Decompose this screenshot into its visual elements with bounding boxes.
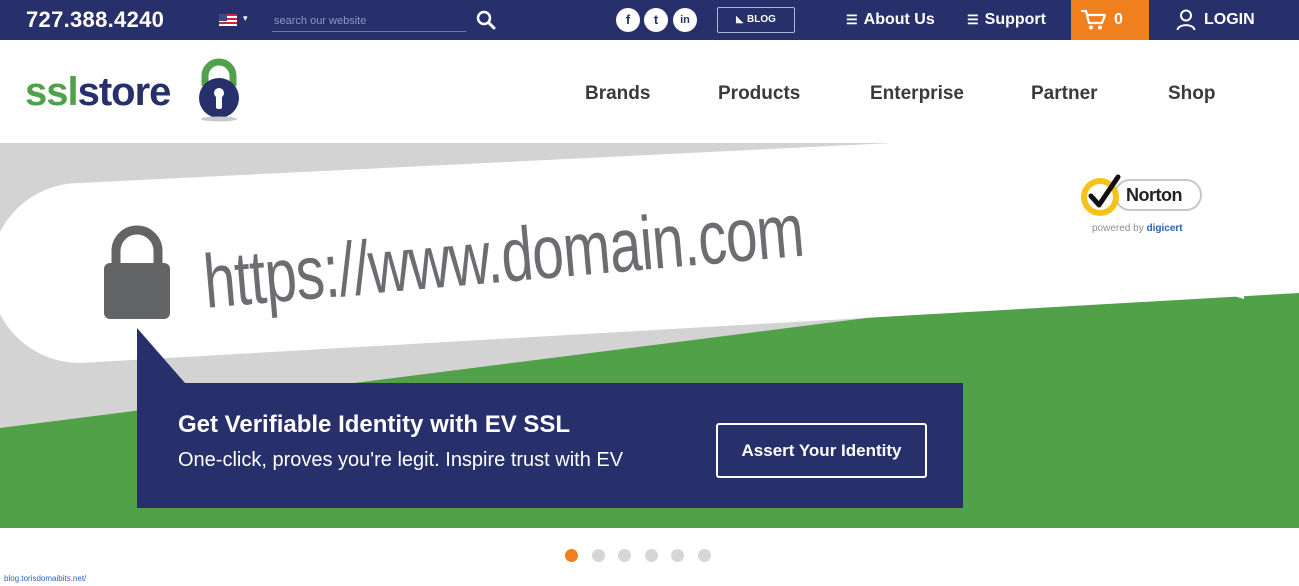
top-bar: 727.388.4240 ▾ f t in ◣BLOG ☰ About Us ☰ S… — [0, 0, 1299, 40]
nav-products[interactable]: Products — [718, 83, 800, 105]
linkedin-icon[interactable]: in — [673, 8, 697, 32]
menu-icon: ☰ — [967, 12, 979, 27]
nav-brands[interactable]: Brands — [585, 83, 650, 105]
carousel-dot[interactable] — [671, 549, 684, 562]
padlock-icon — [104, 225, 170, 319]
facebook-icon[interactable]: f — [616, 8, 640, 32]
callout-title: Get Verifiable Identity with EV SSL — [178, 411, 571, 438]
logo-text: sslstore — [25, 70, 172, 114]
menu-icon: ☰ — [846, 12, 858, 27]
main-header: sslstore Brands Products Enterprise Part… — [0, 40, 1299, 143]
status-bar-url: blog.torisdomaibits.net/ — [4, 574, 87, 583]
carousel-dot[interactable] — [618, 549, 631, 562]
powered-by-prefix: powered by — [1092, 223, 1147, 234]
twitter-icon[interactable]: t — [644, 8, 668, 32]
carousel-dot[interactable] — [592, 549, 605, 562]
about-us-label: About Us — [863, 11, 935, 28]
us-flag-icon[interactable] — [219, 14, 237, 26]
nav-enterprise[interactable]: Enterprise — [870, 83, 964, 105]
norton-powered-by: powered by digicert — [1092, 223, 1183, 234]
support-label: Support — [984, 11, 1046, 28]
cart-icon — [1080, 9, 1107, 30]
powered-by-brand: digicert — [1146, 223, 1183, 234]
logo-text-ssl: ssl — [25, 70, 79, 114]
logo-padlock-icon — [199, 58, 239, 122]
about-us-link[interactable]: ☰ About Us — [846, 11, 935, 29]
hero-callout: Get Verifiable Identity with EV SSL One-… — [137, 383, 963, 508]
blog-button[interactable]: ◣ BLOG — [717, 7, 795, 33]
norton-check-icon — [1081, 174, 1121, 216]
sslstore-logo[interactable]: sslstore — [25, 58, 245, 128]
assert-identity-button[interactable]: Assert Your Identity — [716, 423, 927, 478]
callout-subtitle: One-click, proves you're legit. Inspire … — [178, 449, 624, 471]
norton-badge[interactable]: Norton powered by digicert — [1078, 171, 1208, 241]
carousel-dot[interactable] — [565, 549, 578, 562]
hero-banner[interactable]: https://www.domain.com Norton powered by… — [0, 143, 1299, 528]
login-label: LOGIN — [1204, 11, 1255, 28]
cart-button[interactable]: 0 — [1071, 0, 1149, 40]
rss-icon: ◣ — [736, 14, 744, 24]
nav-partner[interactable]: Partner — [1031, 83, 1098, 105]
support-link[interactable]: ☰ Support — [967, 11, 1046, 29]
carousel-dot[interactable] — [645, 549, 658, 562]
logo-text-store: store — [77, 70, 172, 114]
cart-count: 0 — [1114, 11, 1123, 28]
carousel-dot[interactable] — [698, 549, 711, 562]
chevron-down-icon[interactable]: ▾ — [243, 13, 248, 24]
search-input[interactable] — [272, 10, 466, 32]
nav-shop[interactable]: Shop — [1168, 83, 1216, 105]
blog-label: BLOG — [747, 14, 776, 25]
phone-number[interactable]: 727.388.4240 — [26, 7, 164, 33]
search-icon[interactable] — [476, 10, 496, 30]
norton-name: Norton — [1126, 185, 1182, 205]
user-icon — [1176, 9, 1196, 31]
